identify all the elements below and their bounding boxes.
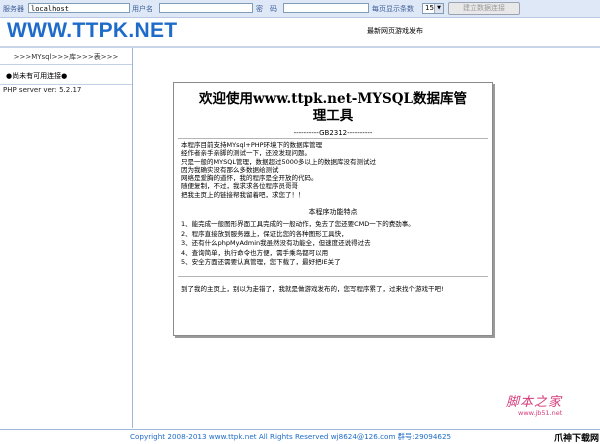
welcome-panel: 欢迎使用www.ttpk.net-MYSQL数据库管 理工具 ---------… [173, 82, 493, 336]
intro-line: 把我主页上的链接帮我留着吧，求您了！！ [181, 190, 305, 199]
per-page-select[interactable]: 15 ▼ [422, 3, 444, 14]
feature-item: 3、还有什么phpMyAdmin我虽然没有功能全，但速度还说得过去 [181, 239, 371, 248]
title-line: 理工具 [312, 108, 354, 124]
no-connection-notice: ●尚未有可用连接● [6, 72, 68, 80]
footer-copyright: Copyright 2008-2013 www.ttpk.net All Rig… [130, 432, 452, 441]
password-label: 密 码 [256, 5, 277, 13]
feature-item: 2、程序直接放到服务器上，保证比您的各种图形工具快， [181, 229, 348, 238]
watermark-url: www.jb51.net [518, 409, 563, 417]
promo-text: 到了我的主页上，别以为走错了，我就是做游戏发布的，您写程序累了，过来找个游戏干吧… [181, 285, 444, 293]
sidebar-breadcrumb: >>>MYsql>>>库>>>表>>> [13, 53, 119, 61]
latest-games-link[interactable]: 最新网页游戏发布 [367, 26, 423, 36]
feature-item: 4、查询简单，执行命令也方便，需手乘鸟都可以用 [181, 248, 329, 257]
username-input[interactable] [159, 3, 253, 13]
page-title: 欢迎使用www.ttpk.net-MYSQL数据库管 理工具 [174, 91, 492, 125]
panel-divider [178, 276, 488, 277]
connection-bar: 服务器 localhost 用户名 密 码 每页显示条数 15 ▼ 建立数据连接 [0, 0, 600, 18]
panel-divider [178, 138, 488, 139]
sidebar: >>>MYsql>>>库>>>表>>> ●尚未有可用连接● PHP server… [0, 48, 133, 428]
connect-button[interactable]: 建立数据连接 [448, 2, 520, 15]
server-label: 服务器 [3, 5, 24, 13]
per-page-value: 15 [425, 4, 434, 12]
footer-divider [0, 429, 600, 430]
charset-label: ----------GB2312---------- [293, 129, 373, 137]
watermark-logo: 脚本之家 [506, 395, 563, 410]
site-logo[interactable]: WWW.TTPK.NET [7, 19, 177, 43]
corner-watermark: 爪神下载网 [554, 434, 600, 444]
intro-line: 只是一般的MYSQL管理，数据超过5000多以上的数据库没有测试过 [181, 157, 376, 166]
feature-item: 1、能完成一般图形界面工具完成的一般动作，免去了您还要CMD一下的费劲事。 [181, 220, 415, 228]
chevron-down-icon: ▼ [434, 4, 443, 13]
intro-line: 因为我确实没有那么多数据给测试 [181, 165, 279, 174]
per-page-label: 每页显示条数 [372, 5, 414, 13]
features-heading: 本程序功能特点 [308, 208, 358, 216]
password-input[interactable] [283, 3, 369, 13]
username-label: 用户名 [132, 5, 153, 13]
server-version: PHP server ver: 5.2.17 [3, 86, 82, 94]
intro-text: 本程序目前支持MYsql+PHP环境下的数据库管理 经作者亲手亲脚的测试一下，还… [181, 141, 487, 199]
feature-item: 5、安全方面还需要认真管理，您下载了，最好把IE关了 [181, 258, 341, 267]
server-input[interactable]: localhost [28, 3, 130, 13]
intro-line: 随便复制，不过，我求求各位程序员哥哥 [181, 182, 298, 191]
sidebar-divider [0, 64, 132, 65]
title-line: 欢迎使用www.ttpk.net-MYSQL数据库管 [199, 91, 467, 107]
sidebar-divider [0, 84, 132, 85]
intro-line: 经作者亲手亲脚的测试一下，还没发现问题。 [181, 149, 311, 158]
features-list: 1、能完成一般图形界面工具完成的一般动作，免去了您还要CMD一下的费劲事。 2、… [181, 220, 487, 268]
